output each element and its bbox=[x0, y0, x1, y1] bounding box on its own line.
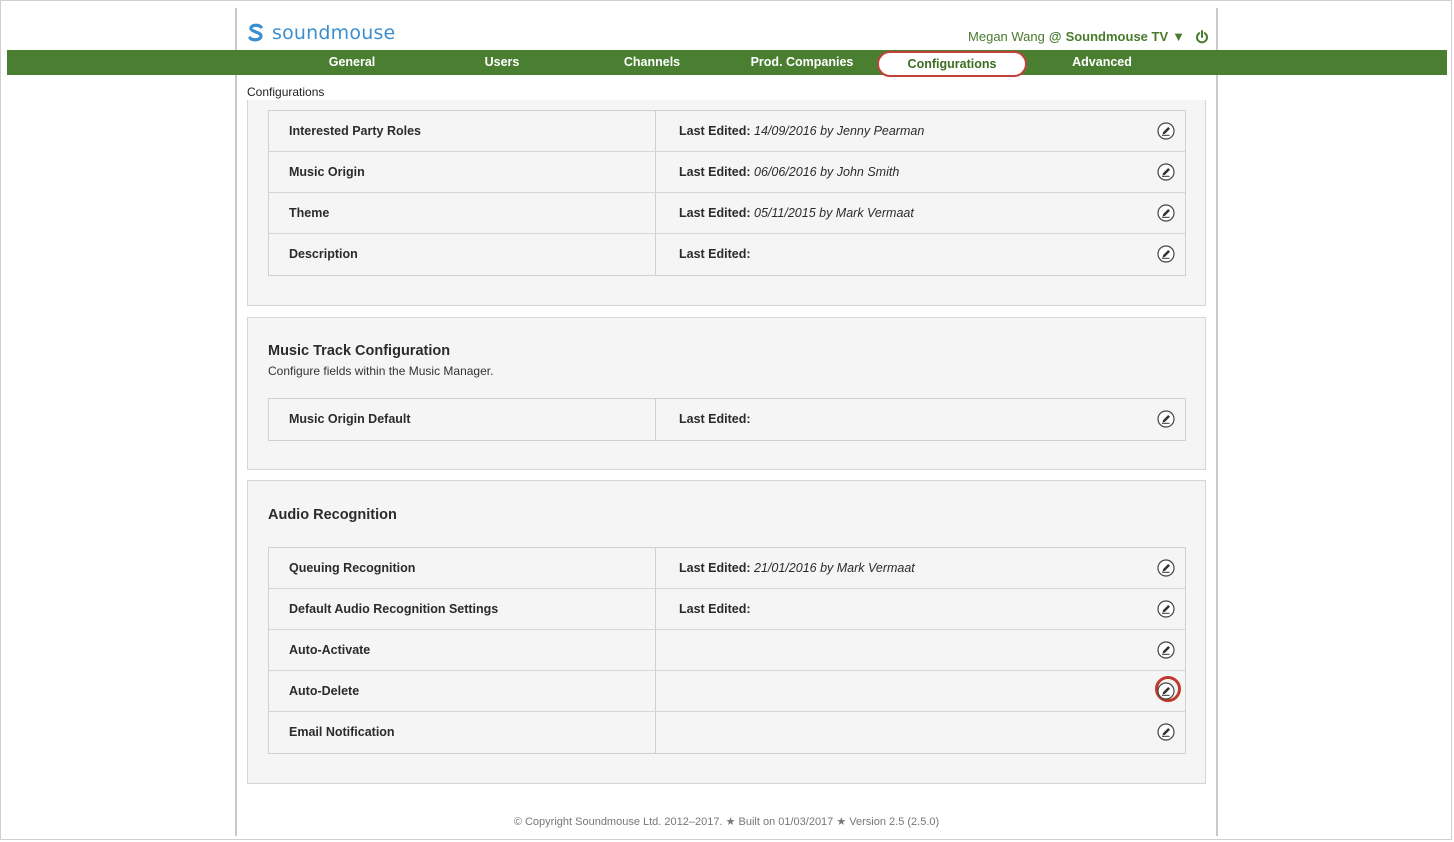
row-name: Queuing Recognition bbox=[289, 561, 416, 575]
tab-users[interactable]: Users bbox=[427, 50, 577, 75]
user-name: Megan Wang bbox=[968, 29, 1045, 44]
panel-audio-recognition: Audio Recognition Queuing Recognition La… bbox=[247, 480, 1206, 784]
org-name: Soundmouse TV bbox=[1065, 29, 1169, 44]
column-divider bbox=[655, 234, 656, 275]
tab-prod-companies[interactable]: Prod. Companies bbox=[727, 50, 877, 75]
row-name: Default Audio Recognition Settings bbox=[289, 602, 499, 616]
row-last-edited: Last Edited: bbox=[679, 589, 751, 629]
column-divider bbox=[655, 589, 656, 629]
edit-pencil-icon[interactable] bbox=[1157, 163, 1175, 181]
row-last-edited: Last Edited: 14/09/2016 by Jenny Pearman bbox=[679, 111, 924, 151]
brand-name: soundmouse bbox=[272, 22, 396, 44]
last-edited-label: Last Edited: bbox=[679, 412, 751, 426]
row-name: Email Notification bbox=[289, 725, 395, 739]
column-divider bbox=[655, 111, 656, 151]
edit-pencil-icon[interactable] bbox=[1157, 410, 1175, 428]
last-edited-label: Last Edited: bbox=[679, 206, 751, 220]
row-name: Theme bbox=[289, 206, 330, 220]
panel-title: Audio Recognition bbox=[268, 507, 397, 523]
table-row: Description Last Edited: bbox=[269, 234, 1185, 275]
row-last-edited: Last Edited: 06/06/2016 by John Smith bbox=[679, 152, 899, 192]
edit-pencil-icon[interactable] bbox=[1157, 682, 1175, 700]
table-row: Theme Last Edited: 05/11/2015 by Mark Ve… bbox=[269, 193, 1185, 234]
edit-pencil-icon[interactable] bbox=[1157, 204, 1175, 222]
tab-configurations[interactable]: Configurations bbox=[877, 51, 1027, 77]
column-divider bbox=[655, 630, 656, 670]
row-name: Auto-Activate bbox=[289, 643, 371, 657]
main-nav: General Users Channels Prod. Companies C… bbox=[7, 50, 1447, 77]
footer-copyright: © Copyright Soundmouse Ltd. 2012–2017. ★… bbox=[513, 816, 940, 828]
column-divider bbox=[655, 152, 656, 192]
last-edited-label: Last Edited: bbox=[679, 124, 751, 138]
row-name: Music Origin bbox=[289, 165, 365, 179]
column-divider bbox=[655, 399, 656, 440]
table-row: Auto-Activate bbox=[269, 630, 1185, 671]
table-row: Music Origin Default Last Edited: bbox=[269, 399, 1185, 440]
table-row: Music Origin Last Edited: 06/06/2016 by … bbox=[269, 152, 1185, 193]
dropdown-arrow-icon[interactable]: ▼ bbox=[1172, 29, 1185, 44]
table-row: Default Audio Recognition Settings Last … bbox=[269, 589, 1185, 630]
breadcrumb: Configurations bbox=[247, 85, 325, 99]
column-divider bbox=[655, 671, 656, 711]
table-row: Queuing Recognition Last Edited: 21/01/2… bbox=[269, 548, 1185, 589]
row-name: Music Origin Default bbox=[289, 412, 411, 426]
last-edited-label: Last Edited: bbox=[679, 602, 751, 616]
edit-pencil-icon[interactable] bbox=[1157, 600, 1175, 618]
column-divider bbox=[655, 712, 656, 753]
column-divider bbox=[655, 193, 656, 233]
tab-advanced[interactable]: Advanced bbox=[1027, 50, 1177, 75]
row-last-edited: Last Edited: 21/01/2016 by Mark Vermaat bbox=[679, 548, 915, 588]
edit-pencil-icon[interactable] bbox=[1157, 122, 1175, 140]
user-at: @ bbox=[1048, 29, 1062, 44]
column-divider bbox=[655, 548, 656, 588]
last-edited-value: 05/11/2015 by Mark Vermaat bbox=[754, 206, 914, 220]
brand-logo[interactable]: soundmouse bbox=[246, 22, 395, 44]
row-name: Auto-Delete bbox=[289, 684, 360, 698]
last-edited-value: 14/09/2016 by Jenny Pearman bbox=[754, 124, 925, 138]
panel-music-track-config: Music Track Configuration Configure fiel… bbox=[247, 317, 1206, 470]
last-edited-label: Last Edited: bbox=[679, 561, 751, 575]
table-row: Auto-Delete bbox=[269, 671, 1185, 712]
config-table: Music Origin Default Last Edited: bbox=[268, 398, 1186, 441]
last-edited-label: Last Edited: bbox=[679, 165, 751, 179]
tab-general[interactable]: General bbox=[277, 50, 427, 75]
config-table: Interested Party Roles Last Edited: 14/0… bbox=[268, 110, 1186, 276]
table-row: Email Notification bbox=[269, 712, 1185, 753]
panel-title: Music Track Configuration bbox=[268, 343, 451, 359]
user-menu[interactable]: Megan Wang @ Soundmouse TV ▼ bbox=[968, 29, 1209, 44]
row-name: Interested Party Roles bbox=[289, 124, 421, 138]
row-last-edited: Last Edited: bbox=[679, 399, 751, 439]
table-row: Interested Party Roles Last Edited: 14/0… bbox=[269, 111, 1185, 152]
edit-pencil-icon[interactable] bbox=[1157, 641, 1175, 659]
last-edited-label: Last Edited: bbox=[679, 247, 751, 261]
power-icon[interactable] bbox=[1195, 29, 1209, 44]
config-table: Queuing Recognition Last Edited: 21/01/2… bbox=[268, 547, 1186, 754]
edit-pencil-icon[interactable] bbox=[1157, 245, 1175, 263]
panel-subtitle: Configure fields within the Music Manage… bbox=[268, 364, 494, 378]
last-edited-value: 06/06/2016 by John Smith bbox=[754, 165, 900, 179]
row-last-edited: Last Edited: bbox=[679, 234, 751, 274]
row-name: Description bbox=[289, 247, 358, 261]
soundmouse-logo-icon bbox=[248, 23, 263, 42]
row-last-edited: Last Edited: 05/11/2015 by Mark Vermaat bbox=[679, 193, 914, 233]
edit-pencil-icon[interactable] bbox=[1157, 559, 1175, 577]
last-edited-value: 21/01/2016 by Mark Vermaat bbox=[754, 561, 915, 575]
panel-general-config: Interested Party Roles Last Edited: 14/0… bbox=[247, 100, 1206, 306]
tab-channels[interactable]: Channels bbox=[577, 50, 727, 75]
edit-pencil-icon[interactable] bbox=[1157, 723, 1175, 741]
